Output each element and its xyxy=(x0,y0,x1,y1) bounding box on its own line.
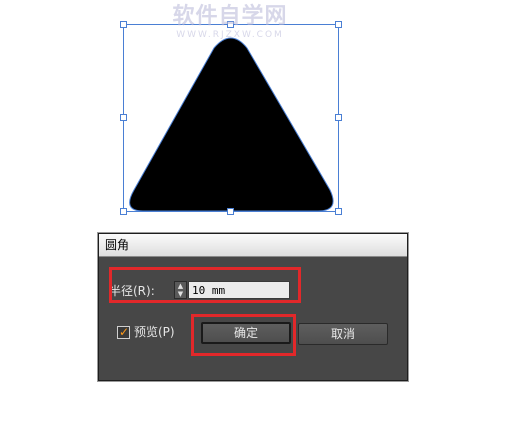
cancel-button[interactable]: 取消 xyxy=(298,323,388,345)
dialog-title: 圆角 xyxy=(105,238,130,252)
radius-label: 半径(R): xyxy=(109,284,155,298)
handle-bottom-center[interactable] xyxy=(227,208,234,215)
radius-stepper[interactable]: ▲ ▼ xyxy=(174,281,187,299)
dialog-body: 半径(R): ▲ ▼ ✓ 预览(P) 确定 取消 xyxy=(99,257,407,380)
handle-top-left[interactable] xyxy=(120,21,127,28)
artwork-area[interactable] xyxy=(0,0,508,230)
handle-top-center[interactable] xyxy=(227,21,234,28)
dialog-titlebar[interactable]: 圆角 xyxy=(99,234,407,257)
rounded-triangle-shape[interactable] xyxy=(129,37,334,212)
stepper-down-icon[interactable]: ▼ xyxy=(175,290,186,298)
round-corners-dialog: 圆角 半径(R): ▲ ▼ ✓ 预览(P) 确定 取消 xyxy=(98,233,408,381)
handle-middle-left[interactable] xyxy=(120,114,127,121)
handle-middle-right[interactable] xyxy=(335,114,342,121)
stepper-up-icon[interactable]: ▲ xyxy=(175,282,186,290)
checkmark-icon: ✓ xyxy=(119,325,130,339)
handle-bottom-right[interactable] xyxy=(335,208,342,215)
handle-bottom-left[interactable] xyxy=(120,208,127,215)
preview-checkbox[interactable]: ✓ xyxy=(117,325,130,339)
handle-top-right[interactable] xyxy=(335,21,342,28)
canvas: 软件自学网 WWW.RJZXW.COM 圆角 半径(R): ▲ ▼ ✓ 预览(P… xyxy=(0,0,508,438)
preview-label[interactable]: 预览(P) xyxy=(134,325,175,339)
radius-input[interactable] xyxy=(188,281,290,299)
ok-button[interactable]: 确定 xyxy=(201,322,291,344)
